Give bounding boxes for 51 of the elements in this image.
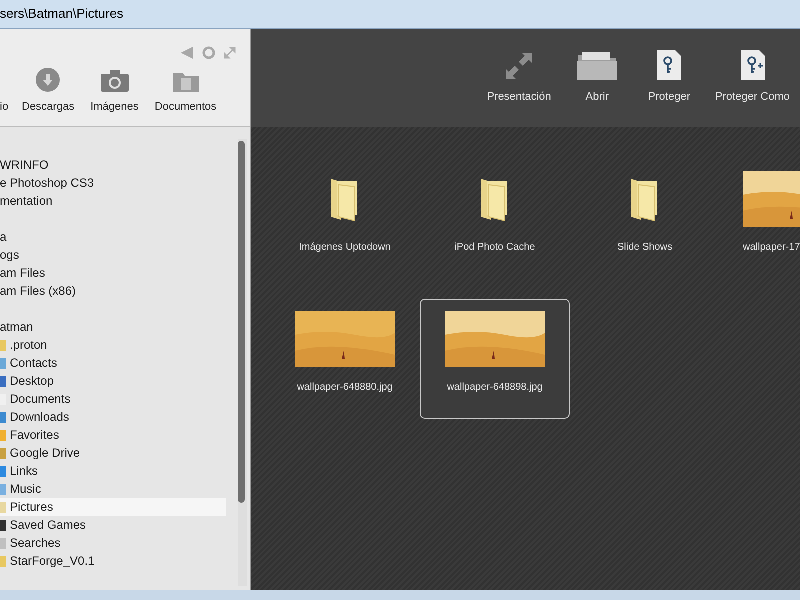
back-icon[interactable] <box>180 46 194 60</box>
image-file-item[interactable]: wallpaper-648880.jpg <box>270 299 420 419</box>
toolbar-button[interactable]: Presentación <box>477 50 562 105</box>
toolbar-button[interactable]: Abrir <box>561 48 634 105</box>
tree-item[interactable]: Documents <box>0 390 226 408</box>
tree-item[interactable]: Downloads <box>0 408 226 426</box>
tree-item[interactable]: Favorites <box>0 426 226 444</box>
key-plus-document-icon <box>738 48 767 80</box>
toolbar-button[interactable]: Imágenes <box>84 68 145 115</box>
key-document-icon <box>655 48 684 80</box>
tree-item[interactable]: WRINFO <box>0 156 226 174</box>
file-name: iPod Photo Cache <box>454 241 536 255</box>
window-title: sers\Batman\Pictures <box>0 5 124 24</box>
tree-item[interactable]: Searches <box>0 534 226 552</box>
camera-icon <box>100 68 130 92</box>
file-name: Imágenes Uptodown <box>299 241 391 255</box>
toolbar-button[interactable]: Documentos <box>148 68 223 115</box>
folder-item[interactable]: Slide Shows <box>570 159 720 279</box>
tree-item[interactable]: Pictures <box>0 498 226 516</box>
image-file-item[interactable]: wallpaper-648898.jpg <box>420 299 570 419</box>
tree-item[interactable]: .proton <box>0 336 226 354</box>
resize-icon[interactable] <box>224 47 236 59</box>
tree-item[interactable]: Music <box>0 480 226 498</box>
image-file-item[interactable]: wallpaper-17 <box>720 159 800 279</box>
folder-item[interactable]: Imágenes Uptodown <box>270 159 420 279</box>
refresh-icon[interactable] <box>202 46 216 60</box>
tree-item[interactable]: a <box>0 228 226 246</box>
scrollbar-thumb[interactable] <box>238 141 245 503</box>
file-name: Slide Shows <box>617 241 673 255</box>
file-name: wallpaper-648880.jpg <box>297 381 393 395</box>
tree-item[interactable]: Links <box>0 462 226 480</box>
tree-item[interactable]: Saved Games <box>0 516 226 534</box>
toolbar-button[interactable]: io <box>0 98 16 115</box>
tree-item[interactable]: am Files (x86) <box>0 282 226 300</box>
toolbar-button[interactable]: Proteger <box>633 48 706 105</box>
file-name: wallpaper-648898.jpg <box>447 381 543 395</box>
tree-item[interactable]: atman <box>0 318 226 336</box>
toolbar-button[interactable]: Proteger Como <box>705 48 800 105</box>
tree-item[interactable]: Desktop <box>0 372 226 390</box>
tree-item[interactable]: mentation <box>0 192 226 210</box>
tree-item[interactable]: Contacts <box>0 354 226 372</box>
tree-item[interactable]: Google Drive <box>0 444 226 462</box>
expand-arrows-icon <box>504 50 534 80</box>
tree-item[interactable]: e Photoshop CS3 <box>0 174 226 192</box>
tree-item[interactable]: am Files <box>0 264 226 282</box>
toolbar-button[interactable]: Descargas <box>16 66 81 115</box>
download-icon <box>35 66 62 92</box>
folder-item[interactable]: iPod Photo Cache <box>420 159 570 279</box>
tree-item[interactable]: StarForge_V0.1 <box>0 552 226 570</box>
tree-item[interactable]: ogs <box>0 246 226 264</box>
file-name: wallpaper-17 <box>743 241 800 255</box>
